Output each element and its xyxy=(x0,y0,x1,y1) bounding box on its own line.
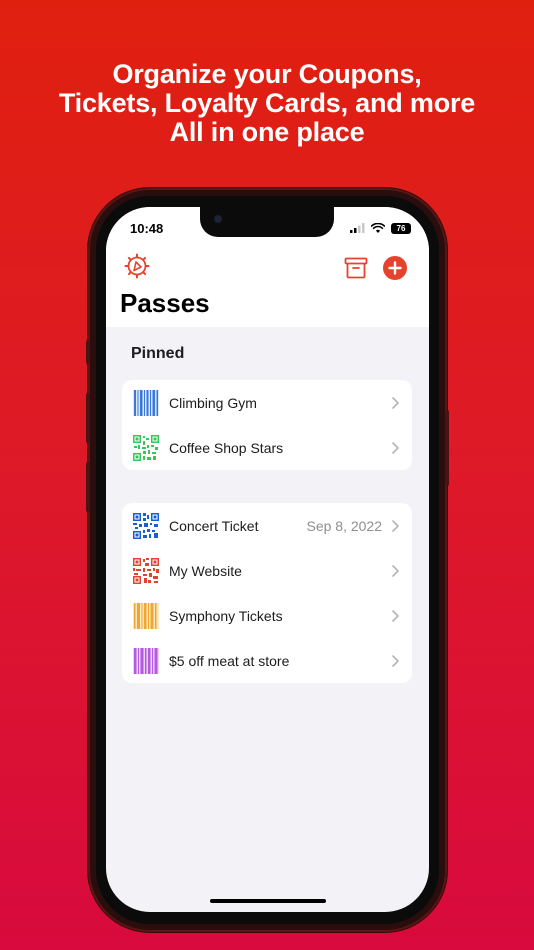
list-item-concert-ticket[interactable]: Concert Ticket Sep 8, 2022 xyxy=(122,503,412,548)
battery-icon: 76 xyxy=(391,222,411,234)
list-item-coffee-shop-stars[interactable]: Coffee Shop Stars xyxy=(122,425,412,470)
barcode-icon xyxy=(133,648,159,674)
qr-code-icon xyxy=(133,558,159,584)
add-pass-button[interactable] xyxy=(383,256,407,280)
list-item-date: Sep 8, 2022 xyxy=(306,517,382,534)
barcode-icon xyxy=(133,390,159,416)
passes-list: Concert Ticket Sep 8, 2022 My Website Sy… xyxy=(122,503,412,683)
front-camera xyxy=(214,215,222,223)
page-title: Passes xyxy=(120,288,210,318)
headline-line-2: Tickets, Loyalty Cards, and more xyxy=(58,88,476,118)
settings-gear-icon[interactable] xyxy=(124,253,150,279)
status-time: 10:48 xyxy=(130,221,164,236)
qr-code-icon xyxy=(133,513,159,539)
home-indicator[interactable] xyxy=(210,899,326,903)
pinned-section-header: Pinned xyxy=(131,345,185,362)
chevron-right-icon xyxy=(392,655,399,667)
list-item-label: Symphony Tickets xyxy=(169,607,283,624)
list-item-label: My Website xyxy=(169,562,242,579)
chevron-right-icon xyxy=(392,442,399,454)
phone-notch xyxy=(200,207,334,237)
phone-volume-down-button xyxy=(86,462,90,512)
headline-line-1: Organize your Coupons, xyxy=(112,59,422,89)
pinned-list: Climbing Gym Coffee Shop Stars xyxy=(122,380,412,470)
list-item-climbing-gym[interactable]: Climbing Gym xyxy=(122,380,412,425)
cellular-signal-icon xyxy=(350,223,365,233)
list-item-meat-coupon[interactable]: $5 off meat at store xyxy=(122,638,412,683)
status-indicators: 76 xyxy=(350,222,411,234)
chevron-right-icon xyxy=(392,397,399,409)
list-item-symphony-tickets[interactable]: Symphony Tickets xyxy=(122,593,412,638)
list-item-my-website[interactable]: My Website xyxy=(122,548,412,593)
barcode-icon xyxy=(133,603,159,629)
list-item-label: $5 off meat at store xyxy=(169,652,290,669)
phone-volume-up-button xyxy=(86,393,90,443)
chevron-right-icon xyxy=(392,520,399,532)
chevron-right-icon xyxy=(392,610,399,622)
list-item-label: Climbing Gym xyxy=(169,394,257,411)
chevron-right-icon xyxy=(392,565,399,577)
list-item-label: Coffee Shop Stars xyxy=(169,439,284,456)
archive-box-icon[interactable] xyxy=(344,257,368,279)
app-screen: 10:48 76 Passes Pinned Climbing Gym Coff… xyxy=(106,207,429,912)
qr-code-icon xyxy=(133,435,159,461)
wifi-icon xyxy=(371,223,385,233)
headline-line-3: All in one place xyxy=(169,117,365,147)
list-item-label: Concert Ticket xyxy=(169,517,259,534)
phone-silent-switch xyxy=(86,340,90,364)
phone-power-button xyxy=(445,410,449,486)
marketing-headline: Organize your Coupons, Tickets, Loyalty … xyxy=(0,60,534,147)
